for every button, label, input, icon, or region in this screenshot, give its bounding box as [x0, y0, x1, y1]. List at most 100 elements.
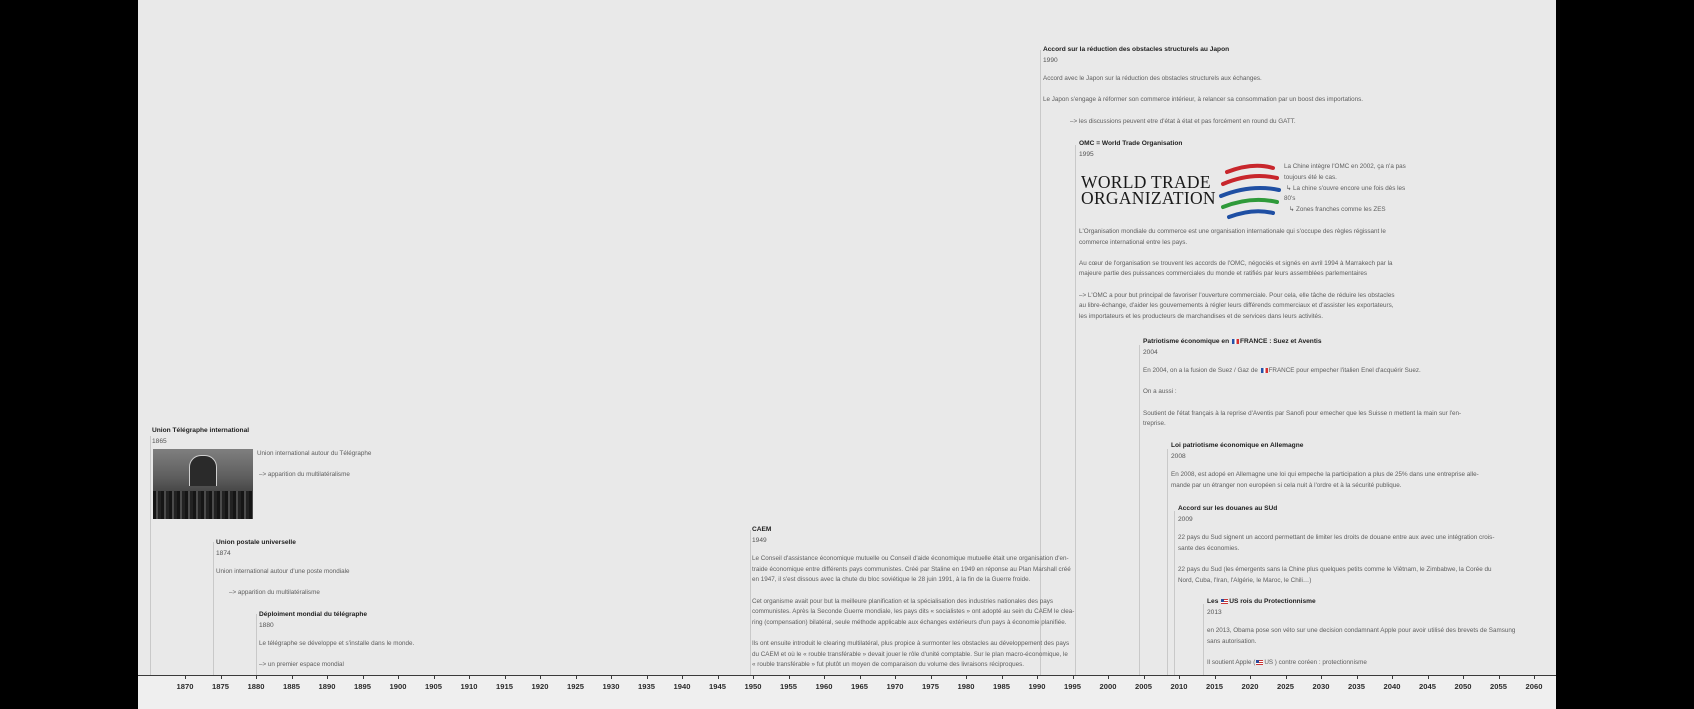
event-text: « rouble transférable » fut plutôt un mo… [752, 661, 1024, 669]
event-union-postale[interactable]: Union postale universelle 1874 Union int… [216, 538, 476, 599]
event-year: 2008 [1171, 452, 1186, 460]
event-text: Cet organisme avait pour but la meilleur… [752, 597, 1054, 605]
event-caem[interactable]: CAEM 1949 Le Conseil d'assistance économ… [752, 525, 1112, 671]
axis-tick-label: 1900 [389, 682, 407, 691]
timeline-axis-line [138, 675, 1556, 676]
event-year: 1880 [259, 621, 274, 629]
photo-crowd [153, 491, 253, 519]
axis-tick [1001, 675, 1003, 679]
axis-tick-label: 1875 [212, 682, 229, 691]
axis-tick-label: 2000 [1099, 682, 1117, 691]
axis-tick [717, 675, 719, 679]
axis-tick-label: 2060 [1525, 682, 1543, 691]
event-text: En 2004, on a la fusion de Suez / Gaz de [1143, 367, 1258, 375]
axis-tick [895, 675, 896, 679]
axis-tick-label: 2055 [1490, 682, 1507, 691]
axis-tick [1321, 675, 1322, 679]
axis-tick [291, 675, 293, 679]
event-title: Union postale universelle [216, 539, 296, 546]
event-text: les importateurs et les producteurs de m… [1079, 312, 1323, 320]
axis-tick-label: 2025 [1277, 682, 1294, 691]
axis-tick-label: 1925 [567, 682, 584, 691]
event-title: Union Télégraphe international [152, 427, 250, 434]
event-us-protectionnisme[interactable]: Les US rois du Protectionnisme 2013 en 2… [1207, 597, 1547, 669]
event-title-part: US rois du Protectionnisme [1229, 598, 1316, 605]
axis-tick-label: 1975 [922, 682, 939, 691]
event-text: Il soutient Apple ( [1207, 658, 1256, 666]
axis-tick [398, 675, 399, 679]
axis-tick-label: 1895 [354, 682, 371, 691]
axis-tick [327, 675, 328, 679]
event-text: Union international autour du Télégraphe [257, 450, 372, 457]
event-year: 1865 [152, 437, 167, 445]
event-title-part: FRANCE : Suez et Aventis [1239, 338, 1322, 345]
axis-tick [1072, 675, 1074, 679]
timeline-canvas[interactable]: Union Télégraphe international 1865 Unio… [138, 0, 1556, 709]
event-text: FRANCE pour empecher l'italien Enel d'ac… [1268, 367, 1421, 375]
event-paragraph: Cet organisme avait pour but la meilleur… [752, 597, 1112, 629]
event-text: mande par un étranger non européen si ce… [1171, 481, 1402, 489]
event-text: Soutient de l'état français à la reprise… [1143, 409, 1462, 417]
axis-tick-label: 1990 [1028, 682, 1046, 691]
event-accord-sud[interactable]: Accord sur les douanes au SUd 2009 22 pa… [1178, 504, 1538, 586]
event-title: Accord sur les douanes au SUd [1178, 505, 1278, 512]
axis-tick [859, 675, 861, 679]
axis-tick [1037, 675, 1038, 679]
event-text: Union international autour d'une poste m… [216, 568, 350, 576]
axis-tick [1463, 675, 1464, 679]
axis-tick [788, 675, 790, 679]
event-text: Le Japon s'engage à réformer son commerc… [1043, 96, 1364, 104]
event-paragraph: en 2013, Obama pose son véto sur une dec… [1207, 626, 1547, 647]
event-text: –> apparition du multilatéralisme [229, 589, 320, 597]
axis-tick-label: 1930 [602, 682, 620, 691]
axis-tick-label: 1905 [425, 682, 442, 691]
event-title: CAEM [752, 526, 772, 533]
event-text: en 1947, il s'est dissous avec la chute … [752, 576, 1031, 584]
axis-tick-label: 2040 [1383, 682, 1401, 691]
wto-logo-line2: ORGANIZATION [1081, 188, 1216, 208]
event-paragraph: Ils ont ensuite introduit le clearing mu… [752, 639, 1112, 671]
axis-tick-label: 2035 [1348, 682, 1365, 691]
timeline-axis: 1870 1875 1880 1885 1890 1895 1900 1905 1910 1915… [138, 675, 1556, 709]
guide-line [1203, 604, 1204, 675]
axis-tick [646, 675, 648, 679]
event-loi-allemagne[interactable]: Loi patriotisme économique en Allemagne … [1171, 441, 1531, 491]
event-text: On a aussi : [1143, 388, 1177, 396]
axis-tick [362, 675, 364, 679]
event-title-part: Les [1207, 598, 1219, 605]
event-union-telegraphe-text: Union international autour du Télégraphe… [257, 449, 457, 481]
event-year: 2004 [1143, 348, 1158, 356]
event-title: Les US rois du Protectionnisme [1207, 597, 1547, 608]
event-year: 1995 [1079, 150, 1094, 158]
event-text: treprise. [1143, 420, 1166, 428]
axis-tick-label: 2045 [1419, 682, 1436, 691]
event-patriotisme-france[interactable]: Patriotisme économique en FRANCE : Suez … [1143, 337, 1503, 430]
event-accord-japon[interactable]: Accord sur la réduction des obstacles st… [1043, 45, 1443, 127]
event-title: OMC = World Trade Organisation [1079, 140, 1183, 147]
france-flag-icon [1231, 338, 1239, 344]
axis-tick-label: 1965 [851, 682, 868, 691]
event-paragraph: 22 pays du Sud (les émergents sans la Ch… [1178, 565, 1538, 586]
axis-tick [433, 675, 435, 679]
guide-line [1167, 449, 1168, 675]
event-paragraph: En 2004, on a la fusion de Suez / Gaz de… [1143, 366, 1503, 377]
axis-tick [540, 675, 541, 679]
guide-line [213, 542, 214, 675]
event-text: –> L'OMC a pour but principal de favoris… [1079, 291, 1395, 299]
axis-tick [1356, 675, 1358, 679]
event-paragraph: Le Conseil d'assistance économique mutue… [752, 554, 1112, 586]
event-text: –> les discussions peuvent etre d'état à… [1070, 117, 1296, 125]
event-text: Le Conseil d'assistance économique mutue… [752, 555, 1069, 563]
axis-tick-label: 1950 [744, 682, 762, 691]
event-title: Accord sur la réduction des obstacles st… [1043, 46, 1230, 53]
event-text: Au cœur de l'organisation se trouvent le… [1079, 259, 1393, 267]
event-year: 2013 [1207, 608, 1222, 616]
event-omc-text: L'Organisation mondiale du commerce est … [1079, 227, 1439, 322]
axis-tick-label: 1890 [318, 682, 336, 691]
event-text: ↳ Zones franches comme les ZES [1289, 206, 1386, 214]
event-deploiement-telegraphe[interactable]: Déploiment mondial du télégraphe 1880 Le… [259, 610, 519, 671]
event-text: commerce international entre les pays. [1079, 238, 1188, 246]
event-text: sans autorisation. [1207, 637, 1257, 645]
axis-tick [753, 675, 754, 679]
event-text: –> apparition du multilatéralisme [259, 471, 350, 479]
